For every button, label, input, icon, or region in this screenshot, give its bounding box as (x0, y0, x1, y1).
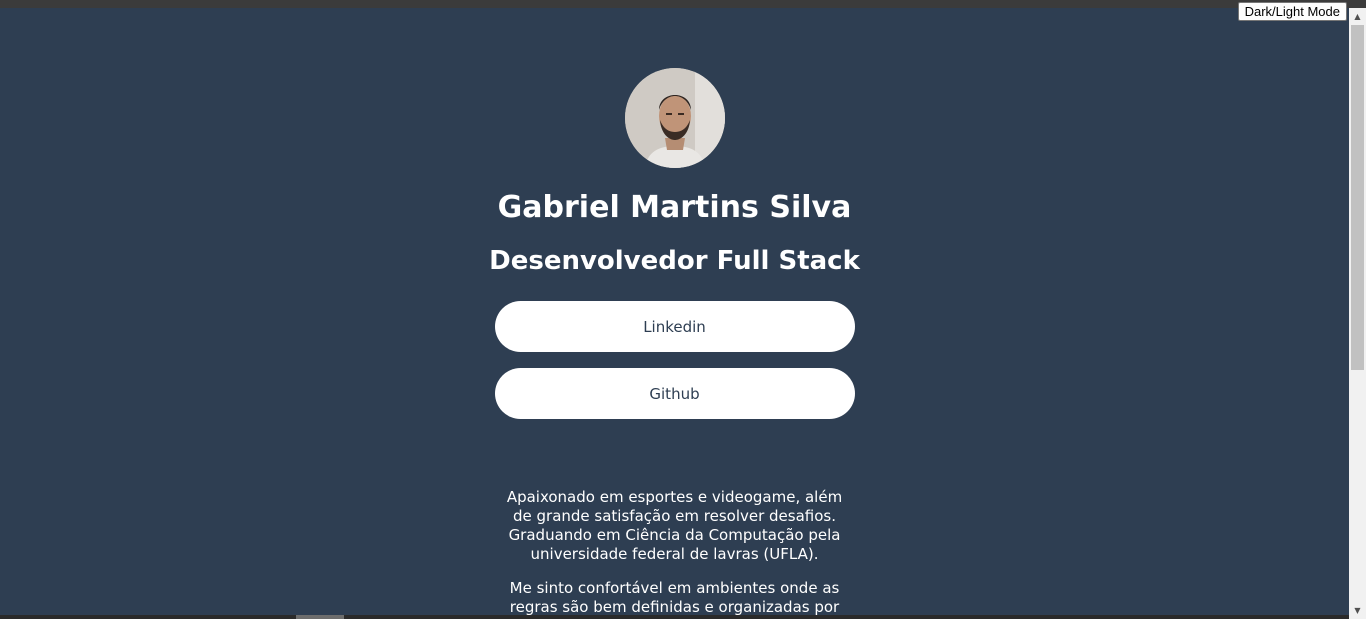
linkedin-button[interactable]: Linkedin (494, 301, 855, 352)
github-button-label: Github (649, 384, 700, 403)
theme-toggle-button[interactable]: Dark/Light Mode (1237, 2, 1347, 21)
window-top-border (0, 0, 1366, 8)
avatar (624, 68, 725, 168)
profile-role: Desenvolvedor Full Stack (489, 246, 860, 276)
horizontal-scrollbar[interactable] (0, 615, 1349, 619)
vertical-scroll-thumb[interactable] (1351, 25, 1364, 370)
vertical-scrollbar[interactable]: ▲ ▼ (1349, 8, 1366, 619)
page-viewport: Gabriel Martins Silva Desenvolvedor Full… (0, 8, 1349, 615)
bio-paragraph: Me sinto confortável em ambientes onde a… (509, 579, 840, 615)
profile-name: Gabriel Martins Silva (497, 190, 852, 225)
arrow-down-icon[interactable]: ▼ (1349, 602, 1366, 619)
profile-card: Gabriel Martins Silva Desenvolvedor Full… (0, 8, 1349, 615)
horizontal-scroll-thumb[interactable] (296, 615, 344, 619)
profile-photo-icon (624, 68, 725, 168)
linkedin-button-label: Linkedin (643, 317, 706, 336)
arrow-up-icon[interactable]: ▲ (1349, 8, 1366, 25)
bio-paragraph: Apaixonado em esportes e videogame, além… (506, 488, 843, 563)
github-button[interactable]: Github (494, 368, 855, 419)
